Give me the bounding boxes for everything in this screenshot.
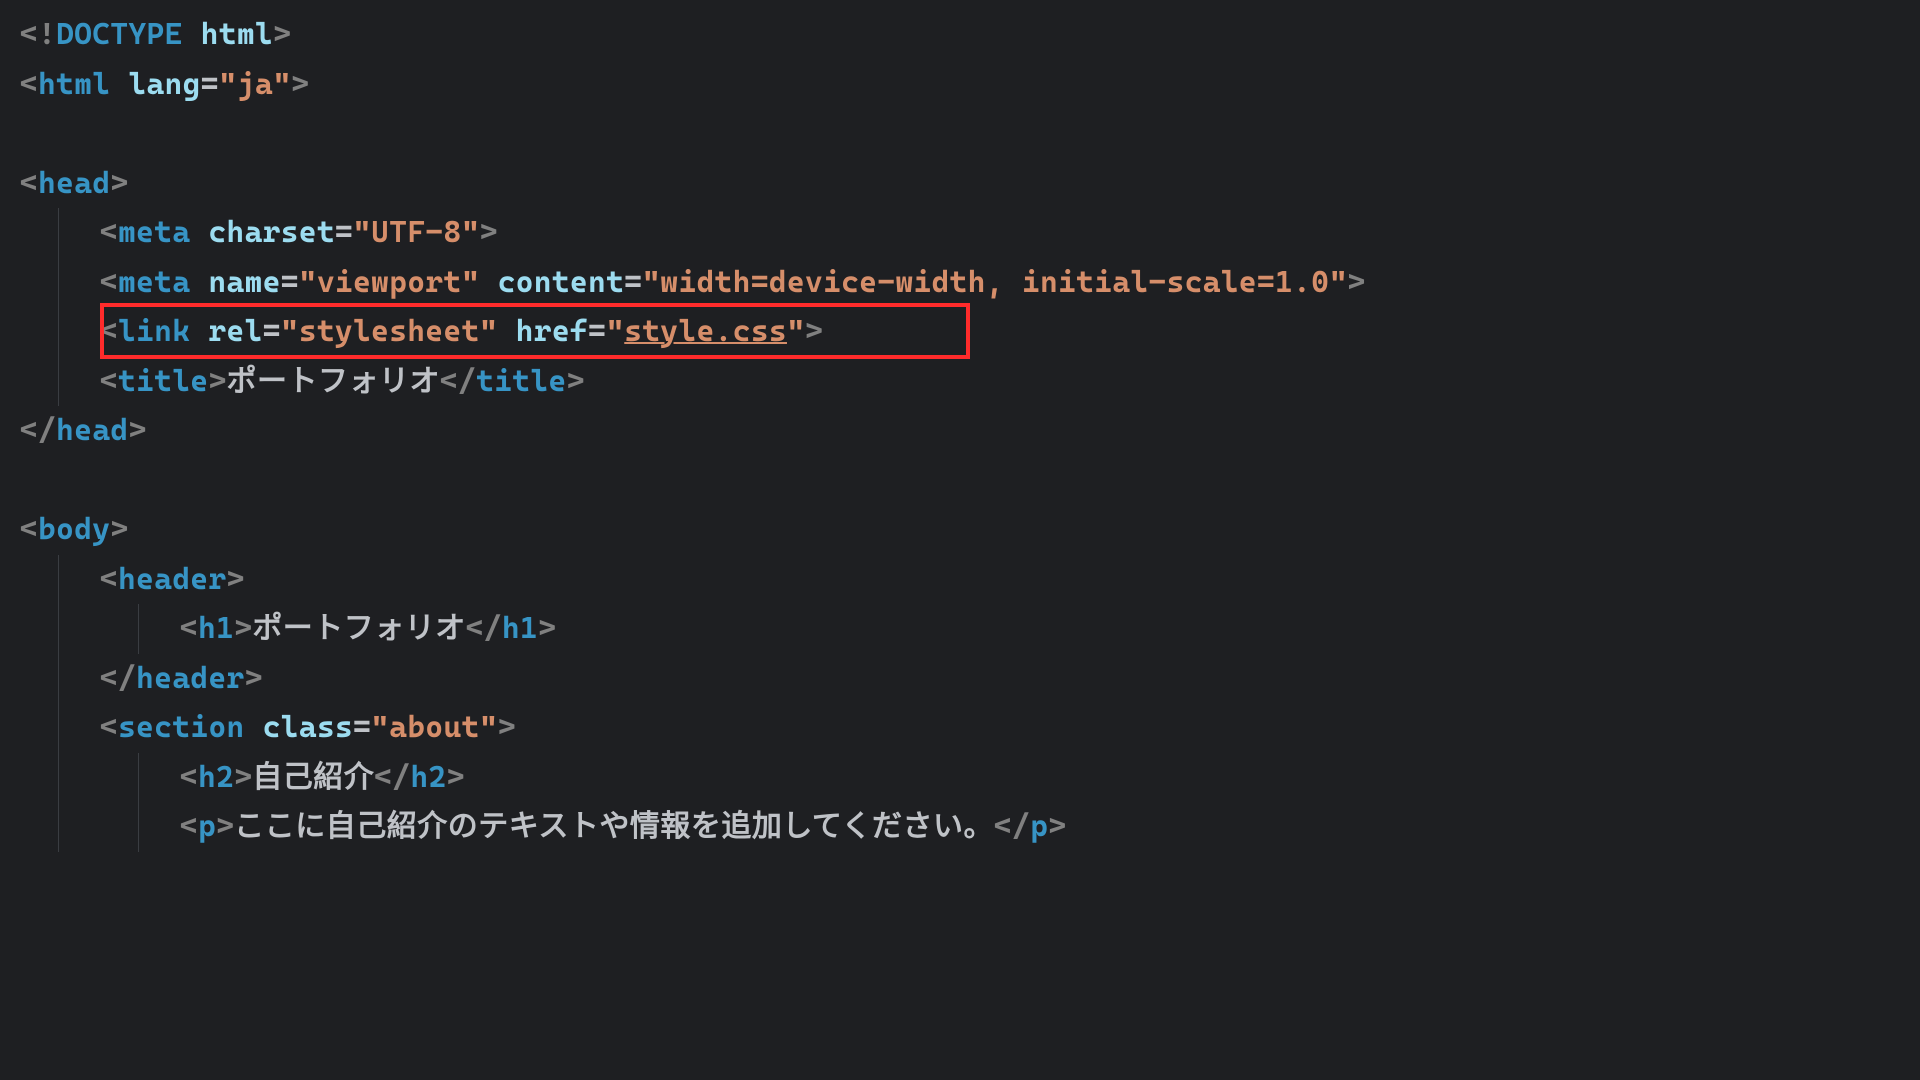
code-content: <meta name="viewport" content="width=dev… <box>100 265 1365 300</box>
indent-guide <box>138 753 139 803</box>
code-content: <h2>自己紹介</h2> <box>180 760 465 795</box>
code-line[interactable]: </head> <box>20 406 1900 456</box>
indent-guide <box>58 307 59 357</box>
code-content: </head> <box>20 413 147 448</box>
code-editor[interactable]: <!DOCTYPE html> <html lang="ja"> <head> <m… <box>20 10 1900 852</box>
code-content: <h1>ポートフォリオ</h1> <box>180 611 556 646</box>
indent-guide <box>58 357 59 407</box>
code-content: <body> <box>20 512 128 547</box>
code-content: <!DOCTYPE html> <box>20 17 291 52</box>
indent-guide <box>58 802 59 852</box>
code-line[interactable]: <title>ポートフォリオ</title> <box>20 357 1900 407</box>
code-line[interactable] <box>20 109 1900 159</box>
code-content: <meta charset="UTF-8"> <box>100 215 498 250</box>
indent-guide <box>58 258 59 308</box>
code-line[interactable]: <header> <box>20 555 1900 605</box>
code-line[interactable]: <body> <box>20 505 1900 555</box>
code-content: <link rel="stylesheet" href="style.css"> <box>100 314 823 349</box>
code-content <box>20 116 38 151</box>
code-line[interactable]: <section class="about"> <box>20 703 1900 753</box>
indent-guide <box>58 654 59 704</box>
code-line[interactable]: <link rel="stylesheet" href="style.css"> <box>20 307 1900 357</box>
indent-guide <box>58 703 59 753</box>
indent-guide <box>138 802 139 852</box>
indent-guide <box>58 604 59 654</box>
code-line[interactable]: <meta charset="UTF-8"> <box>20 208 1900 258</box>
code-content: <section class="about"> <box>100 710 516 745</box>
code-line[interactable]: </header> <box>20 654 1900 704</box>
code-line[interactable]: <meta name="viewport" content="width=dev… <box>20 258 1900 308</box>
code-content: <head> <box>20 166 128 201</box>
code-line[interactable] <box>20 456 1900 506</box>
code-content: </header> <box>100 661 263 696</box>
code-content <box>20 463 38 498</box>
code-content: <p>ここに自己紹介のテキストや情報を追加してください。</p> <box>180 809 1066 844</box>
code-line[interactable]: <h2>自己紹介</h2> <box>20 753 1900 803</box>
indent-guide <box>58 555 59 605</box>
code-line[interactable]: <p>ここに自己紹介のテキストや情報を追加してください。</p> <box>20 802 1900 852</box>
indent-guide <box>138 604 139 654</box>
indent-guide <box>58 753 59 803</box>
code-line[interactable]: <html lang="ja"> <box>20 60 1900 110</box>
code-content: <html lang="ja"> <box>20 67 309 102</box>
code-line[interactable]: <h1>ポートフォリオ</h1> <box>20 604 1900 654</box>
code-line[interactable]: <head> <box>20 159 1900 209</box>
code-content: <header> <box>100 562 245 597</box>
code-content: <title>ポートフォリオ</title> <box>100 364 585 399</box>
code-line[interactable]: <!DOCTYPE html> <box>20 10 1900 60</box>
indent-guide <box>58 208 59 258</box>
